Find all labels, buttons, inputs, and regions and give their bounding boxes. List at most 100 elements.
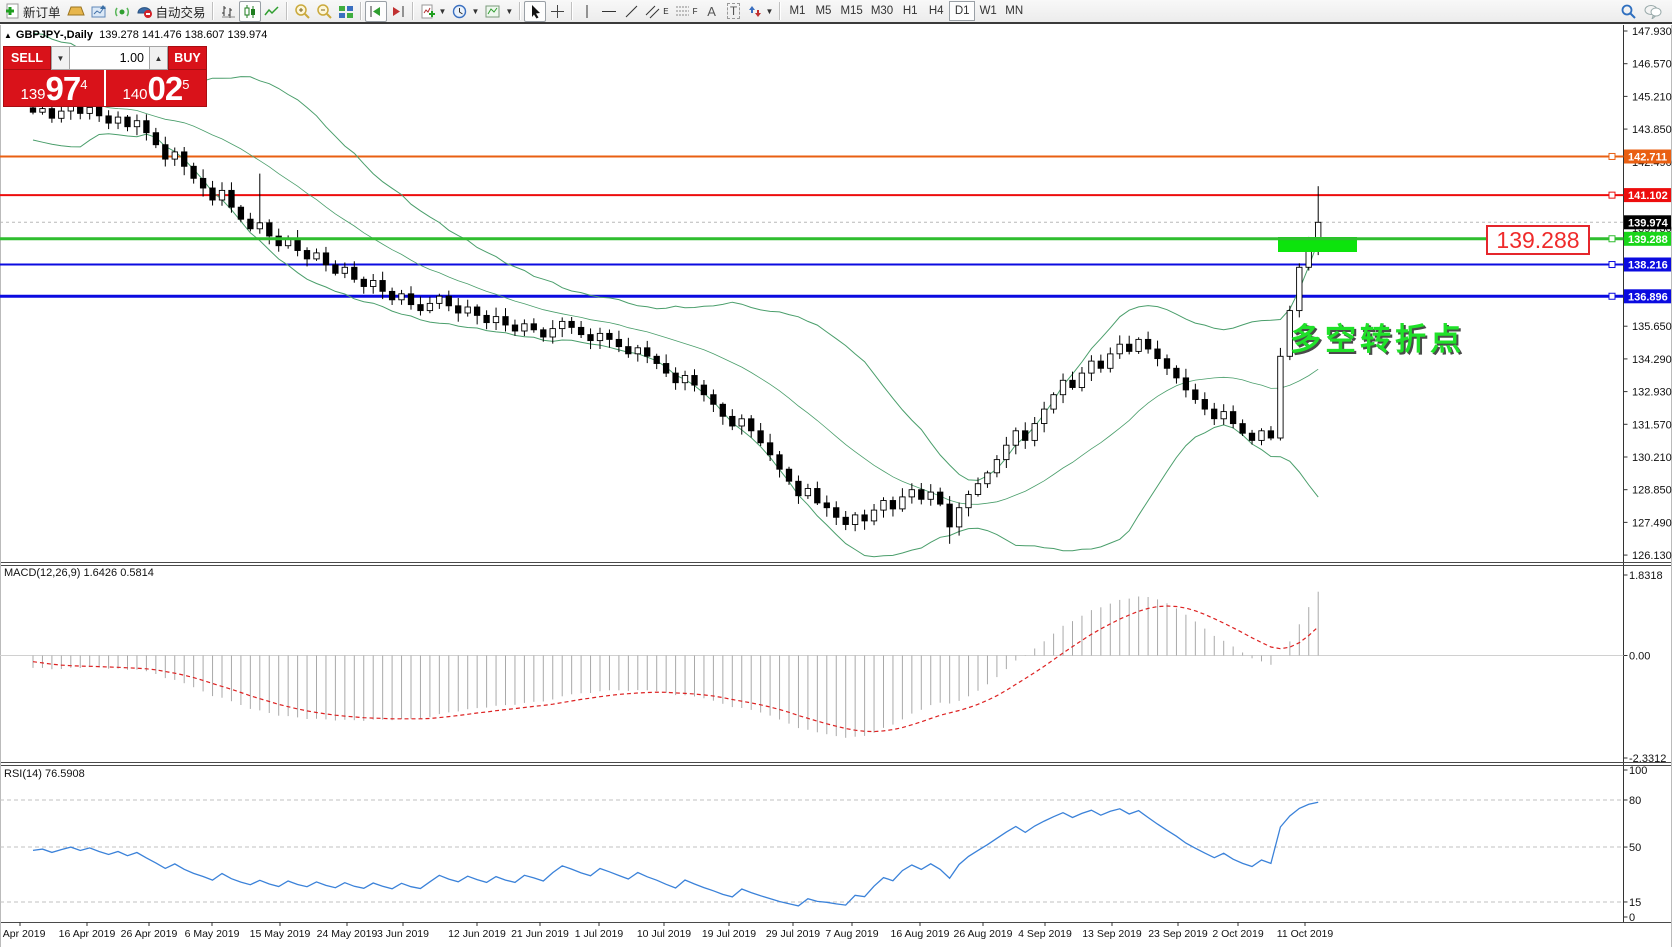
collapse-arrow-icon[interactable]: ▲ <box>4 31 12 40</box>
y-axis-tick: 147.930 <box>1632 26 1672 38</box>
rsi-axis-tick: 0 <box>1629 912 1635 924</box>
time-axis[interactable]: 7 Apr 201916 Apr 201926 Apr 20196 May 20… <box>0 922 1333 940</box>
y-axis-tick: 132.930 <box>1632 387 1672 399</box>
level-price-label: 136.896 <box>1624 289 1671 303</box>
toolbar-separator <box>286 2 288 20</box>
chat-button[interactable] <box>1640 1 1666 22</box>
timeframe-H1[interactable]: H1 <box>897 1 923 21</box>
timeframe-M5[interactable]: M5 <box>810 1 836 21</box>
crosshair-icon <box>550 4 565 19</box>
svg-text:138.216: 138.216 <box>1628 260 1668 272</box>
y-axis-tick: 126.130 <box>1632 550 1672 562</box>
cursor-icon <box>529 4 542 19</box>
trendline-tool[interactable] <box>620 1 642 22</box>
auto-trading-button[interactable]: 自动交易 <box>133 1 209 22</box>
timeframe-W1[interactable]: W1 <box>975 1 1001 21</box>
channel-icon <box>645 4 660 19</box>
buy-button[interactable]: BUY <box>168 46 207 70</box>
line-handle[interactable] <box>1609 293 1615 299</box>
search-button[interactable] <box>1617 1 1640 22</box>
arrows-tool[interactable]: ▼ <box>745 1 777 22</box>
periods-button[interactable]: ▼ <box>449 1 482 22</box>
line-handle[interactable] <box>1609 236 1615 242</box>
zoom-out-icon <box>316 3 332 19</box>
y-axis-tick: 143.850 <box>1632 124 1672 136</box>
text-label-tool[interactable]: T <box>723 1 745 22</box>
rsi-name: RSI(14) <box>4 768 42 780</box>
bar-chart-icon <box>220 4 236 19</box>
line-handle[interactable] <box>1609 262 1615 268</box>
price-axis[interactable]: 147.930146.570145.210143.850142.490139.7… <box>1624 26 1672 924</box>
toolbar-separator <box>779 2 781 20</box>
volume-input[interactable]: 1.00 <box>70 46 149 70</box>
timeframe-M15[interactable]: M15 <box>836 1 866 21</box>
y-axis-tick: 127.490 <box>1632 517 1672 529</box>
x-axis-date: 24 May 2019 <box>317 928 378 940</box>
level-price-label: 139.288 <box>1624 232 1671 246</box>
timeframe-M1[interactable]: M1 <box>784 1 810 21</box>
rsi-label: RSI(14) 76.5908 <box>4 768 85 780</box>
volume-decrease-button[interactable]: ▼ <box>51 46 70 70</box>
level-price-label: 139.974 <box>1624 215 1671 229</box>
crosshair-button[interactable] <box>546 1 568 22</box>
candlesticks <box>30 97 1321 544</box>
chart-shift-button[interactable] <box>387 1 409 22</box>
auto-trading-label: 自动交易 <box>156 2 206 21</box>
dropdown-caret-icon: ▼ <box>471 7 479 16</box>
zoom-out-button[interactable] <box>313 1 335 22</box>
timeframe-H4[interactable]: H4 <box>923 1 949 21</box>
rsi-value: 76.5908 <box>45 768 85 780</box>
bar-chart-type-button[interactable] <box>217 1 239 22</box>
gold-symbol-button[interactable] <box>64 1 88 22</box>
volume-increase-button[interactable]: ▲ <box>149 46 168 70</box>
x-axis-date: 2 Oct 2019 <box>1212 928 1264 940</box>
candlestick-type-button[interactable] <box>239 1 261 22</box>
gold-bar-icon <box>67 4 85 18</box>
channel-tool[interactable]: E <box>642 1 671 22</box>
buy-price[interactable]: 140 02 5 <box>106 70 206 106</box>
line-handle[interactable] <box>1609 192 1615 198</box>
timeframe-D1[interactable]: D1 <box>949 1 975 21</box>
price-callout-box[interactable]: 139.288 <box>1486 225 1590 255</box>
timeframe-M30[interactable]: M30 <box>867 1 897 21</box>
sell-button[interactable]: SELL <box>3 46 51 70</box>
templates-button[interactable]: ▼ <box>482 1 516 22</box>
x-axis-date: 23 Sep 2019 <box>1148 928 1208 940</box>
vertical-line-tool[interactable] <box>576 1 598 22</box>
pane-borders <box>0 25 1672 947</box>
indicators-button[interactable]: ▼ <box>417 1 450 22</box>
horizontal-line-tool[interactable] <box>598 1 620 22</box>
signal-button[interactable] <box>111 1 133 22</box>
line-chart-icon <box>264 4 280 19</box>
dropdown-caret-icon: ▼ <box>505 7 513 16</box>
sell-price[interactable]: 139 97 4 <box>4 70 104 106</box>
line-chart-type-button[interactable] <box>261 1 283 22</box>
y-axis-tick: 135.650 <box>1632 321 1672 333</box>
chinese-annotation: 多空转折点 <box>1290 314 1465 359</box>
line-handle[interactable] <box>1609 153 1615 159</box>
chart-canvas[interactable]: 147.930146.570145.210143.850142.490139.7… <box>0 0 1672 947</box>
x-axis-date: 3 Jun 2019 <box>377 928 429 940</box>
symbol-name: GBPJPY-,Daily <box>16 29 93 41</box>
zoom-in-button[interactable] <box>291 1 313 22</box>
level-lines[interactable] <box>0 156 1624 296</box>
y-axis-tick: 134.290 <box>1632 354 1672 366</box>
dropdown-caret-icon: ▼ <box>766 7 774 16</box>
tile-windows-button[interactable] <box>335 1 357 22</box>
new-order-label: 新订单 <box>23 2 61 21</box>
sell-price-big: 97 <box>46 73 81 104</box>
publish-chart-button[interactable] <box>88 1 111 22</box>
zoom-in-icon <box>294 3 310 19</box>
fibonacci-tool[interactable]: F <box>672 1 701 22</box>
new-order-button[interactable]: 新订单 <box>2 1 64 22</box>
text-tool[interactable]: A <box>701 1 723 22</box>
svg-text:139.288: 139.288 <box>1628 234 1668 246</box>
timeframe-MN[interactable]: MN <box>1001 1 1027 21</box>
auto-scroll-button[interactable] <box>365 1 387 22</box>
x-axis-date: 16 Apr 2019 <box>59 928 116 940</box>
vertical-line-icon <box>582 4 592 19</box>
y-axis-tick: 130.210 <box>1632 452 1672 464</box>
cursor-button[interactable] <box>524 1 546 22</box>
toolbar-separator <box>360 2 362 20</box>
level-price-label: 138.216 <box>1624 258 1671 272</box>
